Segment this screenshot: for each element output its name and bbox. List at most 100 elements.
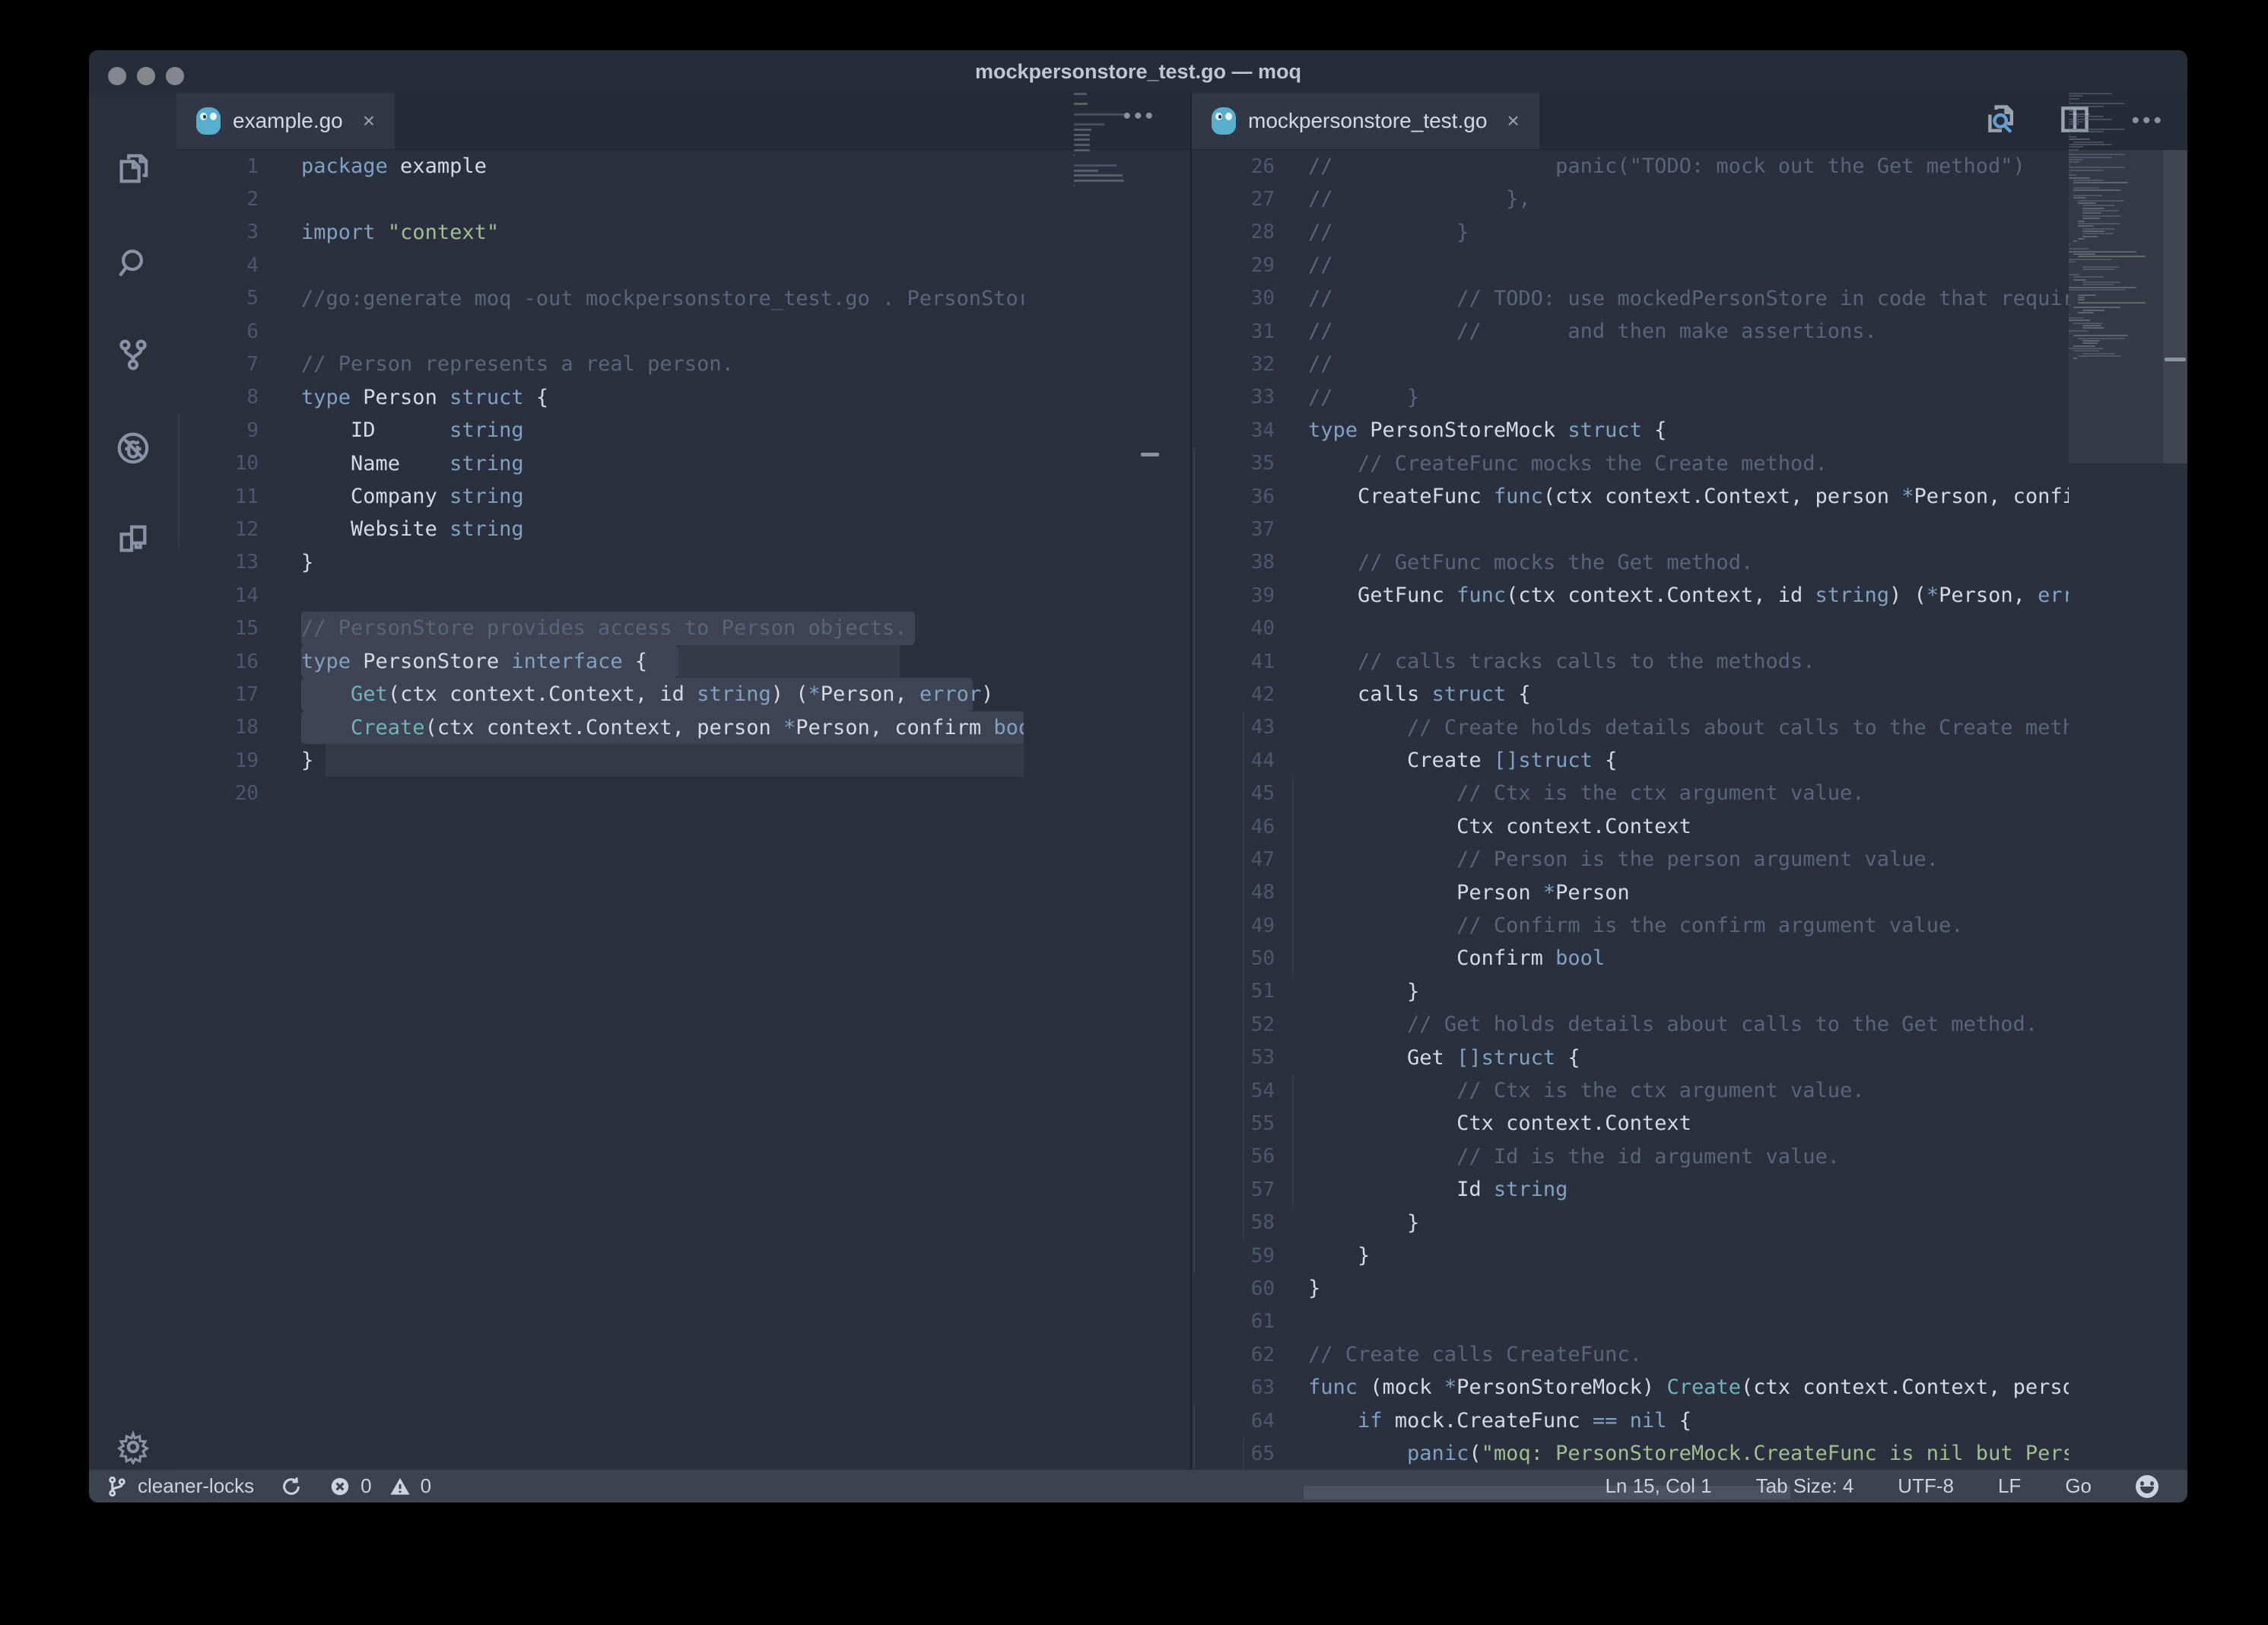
line-number: 50	[1192, 947, 1308, 970]
search-icon[interactable]	[115, 245, 151, 281]
code-line: 18 Create(ctx context.Context, person *P…	[176, 711, 1190, 744]
line-number: 32	[1192, 353, 1308, 376]
code-line: 10 Name string	[176, 447, 1190, 480]
code-line: 17 Get(ctx context.Context, id string) (…	[176, 678, 1190, 711]
code-line: 6	[176, 315, 1190, 348]
line-number: 1	[176, 155, 301, 178]
line-number: 48	[1192, 881, 1308, 904]
code-line: 56 // Id is the id argument value.	[1192, 1140, 2187, 1173]
line-number: 34	[1192, 419, 1308, 442]
line-number: 39	[1192, 584, 1308, 607]
code-line: 5//go:generate moq -out mockpersonstore_…	[176, 282, 1190, 315]
close-tab-icon[interactable]: ×	[363, 109, 375, 133]
code-line: 57 Id string	[1192, 1173, 2187, 1206]
workbench: example.go × ••• 1package example23impor…	[89, 93, 2187, 1470]
code-editor-example-go[interactable]: 1package example23import "context"45//go…	[176, 150, 1190, 1470]
line-number: 49	[1192, 914, 1308, 937]
error-icon	[329, 1475, 351, 1498]
code-line: 9 ID string	[176, 414, 1190, 447]
git-branch-status[interactable]: cleaner-locks	[106, 1474, 254, 1498]
tab-example-go[interactable]: example.go ×	[176, 93, 395, 149]
line-number: 65	[1192, 1442, 1308, 1465]
line-number: 7	[176, 353, 301, 376]
code-line: 31// // and then make assertions.	[1192, 315, 2187, 348]
editor-group-right: mockpersonstore_test.go × •••	[1190, 93, 2187, 1470]
horizontal-scrollbar-thumb[interactable]	[1304, 1486, 1790, 1499]
git-branch-icon	[106, 1475, 129, 1498]
title-bar[interactable]: mockpersonstore_test.go — moq	[89, 50, 2187, 93]
language-mode[interactable]: Go	[2065, 1474, 2092, 1498]
code-line: 44 Create []struct {	[1192, 744, 2187, 777]
line-number: 13	[176, 551, 301, 574]
line-number: 35	[1192, 452, 1308, 475]
eol-setting[interactable]: LF	[1998, 1474, 2021, 1498]
line-number: 41	[1192, 650, 1308, 673]
close-tab-icon[interactable]: ×	[1507, 109, 1519, 133]
code-line: 34type PersonStoreMock struct {	[1192, 414, 2187, 447]
code-line: 46 Ctx context.Context	[1192, 810, 2187, 843]
code-line: 37	[1192, 513, 2187, 545]
line-number: 62	[1192, 1344, 1308, 1366]
line-number: 18	[176, 716, 301, 739]
line-number: 54	[1192, 1080, 1308, 1102]
line-number: 33	[1192, 386, 1308, 409]
settings-gear-icon[interactable]	[115, 1429, 151, 1465]
code-line: 49 // Confirm is the confirm argument va…	[1192, 909, 2187, 942]
code-line: 8type Person struct {	[176, 381, 1190, 414]
explorer-icon[interactable]	[115, 151, 151, 187]
source-control-icon[interactable]	[115, 336, 151, 373]
line-number: 9	[176, 419, 301, 442]
go-gopher-icon	[196, 107, 221, 135]
code-editor-mockpersonstore-test-go[interactable]: 26// panic("TODO: mock out the Get metho…	[1192, 150, 2187, 1470]
code-line: 50 Confirm bool	[1192, 942, 2187, 975]
line-number: 43	[1192, 716, 1308, 739]
line-number: 3	[176, 221, 301, 243]
code-line: 62// Create calls CreateFunc.	[1192, 1338, 2187, 1371]
code-line: 7// Person represents a real person.	[176, 348, 1190, 380]
extensions-icon[interactable]	[115, 520, 151, 557]
code-line: 36 CreateFunc func(ctx context.Context, …	[1192, 480, 2187, 513]
more-editor-actions-icon[interactable]: •••	[1123, 103, 1156, 129]
line-number: 4	[176, 254, 301, 277]
code-line: 30// // TODO: use mockedPersonStore in c…	[1192, 282, 2187, 315]
problems-status[interactable]: 0 0	[329, 1474, 431, 1498]
code-line: 19}	[176, 744, 1190, 777]
code-line: 26// panic("TODO: mock out the Get metho…	[1192, 150, 2187, 183]
line-number: 12	[176, 518, 301, 541]
line-number: 37	[1192, 518, 1308, 541]
line-number: 5	[176, 287, 301, 310]
window-title: mockpersonstore_test.go — moq	[89, 50, 2187, 93]
code-line: 3import "context"	[176, 216, 1190, 249]
minimap[interactable]	[2069, 93, 2162, 519]
line-number: 63	[1192, 1376, 1308, 1399]
code-line: 45 // Ctx is the ctx argument value.	[1192, 777, 2187, 809]
line-number: 30	[1192, 287, 1308, 310]
search-in-file-icon[interactable]	[1985, 103, 2019, 140]
line-number: 16	[176, 650, 301, 673]
code-line: 63func (mock *PersonStoreMock) Create(ct…	[1192, 1371, 2187, 1404]
line-number: 14	[176, 584, 301, 607]
tab-mockpersonstore-test-go[interactable]: mockpersonstore_test.go ×	[1192, 93, 1539, 149]
line-number: 42	[1192, 683, 1308, 706]
tab-label: example.go	[233, 109, 343, 133]
line-number: 55	[1192, 1112, 1308, 1135]
line-number: 31	[1192, 320, 1308, 343]
vertical-scrollbar-thumb[interactable]	[2163, 150, 2187, 463]
tab-strip-right: mockpersonstore_test.go × •••	[1192, 93, 2187, 150]
encoding-setting[interactable]: UTF-8	[1898, 1474, 1954, 1498]
line-number: 64	[1192, 1410, 1308, 1433]
line-number: 2	[176, 188, 301, 211]
line-number: 40	[1192, 617, 1308, 640]
overview-ruler-selection-mark	[1141, 453, 1159, 456]
feedback-smiley-icon[interactable]	[2136, 1475, 2158, 1498]
code-line: 60}	[1192, 1272, 2187, 1305]
activity-bar	[89, 93, 176, 1470]
debug-icon[interactable]	[115, 430, 151, 466]
warning-icon	[389, 1475, 411, 1498]
tab-label: mockpersonstore_test.go	[1248, 109, 1487, 133]
code-line: 40	[1192, 612, 2187, 644]
code-line: 48 Person *Person	[1192, 876, 2187, 909]
sync-button[interactable]	[280, 1475, 303, 1498]
line-number: 15	[176, 617, 301, 640]
minimap[interactable]	[1074, 93, 1127, 207]
